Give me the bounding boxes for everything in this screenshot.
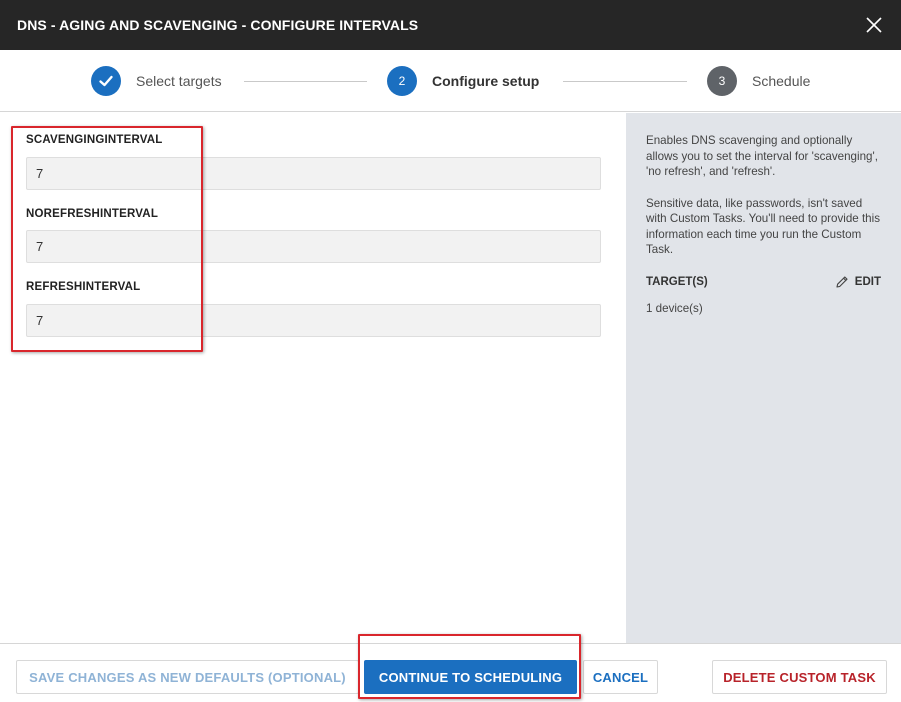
save-defaults-button[interactable]: SAVE CHANGES AS NEW DEFAULTS (OPTIONAL) [16,660,359,694]
checkmark-icon [91,66,121,96]
wizard-stepper: Select targets 2 Configure setup 3 Sched… [0,50,901,112]
cancel-button[interactable]: CANCEL [583,660,658,694]
dialog-title: DNS - AGING AND SCAVENGING - CONFIGURE I… [17,17,419,33]
pencil-icon [836,275,848,288]
step-schedule[interactable]: 3 Schedule [707,66,810,96]
device-count: 1 device(s) [646,301,703,315]
continue-highlight-box [358,634,581,699]
delete-custom-task-button[interactable]: DELETE CUSTOM TASK [712,660,887,694]
step-label: Select targets [136,73,222,89]
step-label: Schedule [752,73,811,89]
task-description: Enables DNS scavenging and optionally al… [646,134,878,178]
info-sidebar: Enables DNS scavenging and optionally al… [626,113,901,643]
step-connector [563,81,687,82]
sensitive-data-note: Sensitive data, like passwords, isn't sa… [646,196,881,257]
targets-title: TARGET(S) [646,275,708,288]
edit-label: EDIT [854,275,881,288]
step-number: 2 [387,66,417,96]
step-configure-setup[interactable]: 2 Configure setup [387,66,539,96]
targets-header: TARGET(S) EDIT [646,275,881,289]
fields-highlight-box [11,126,203,352]
step-number: 3 [707,66,737,96]
step-connector [244,81,367,82]
step-label: Configure setup [432,73,540,89]
close-icon[interactable] [865,16,883,34]
dialog-titlebar: DNS - AGING AND SCAVENGING - CONFIGURE I… [0,0,901,50]
edit-targets-button[interactable]: EDIT [835,275,881,289]
step-select-targets[interactable]: Select targets [91,66,222,96]
